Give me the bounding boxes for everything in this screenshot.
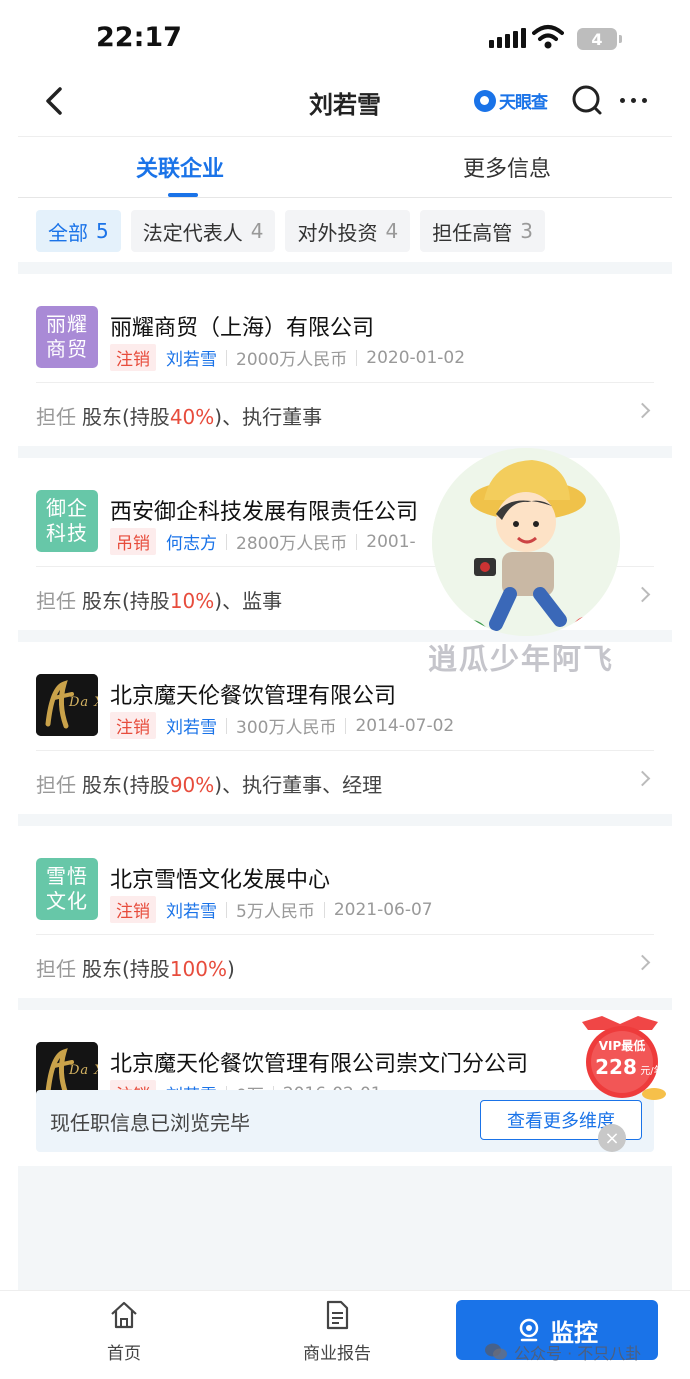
end-of-list-text: 现任职信息已浏览完毕 [50,1111,250,1135]
status-badge: 注销 [110,896,156,923]
tab-home-label: 首页 [107,1344,141,1364]
tab-report-label: 商业报告 [303,1344,371,1364]
role-row[interactable]: 担任 股东(持股90%)、执行董事、经理 [36,750,654,814]
battery-level: 4 [591,29,603,49]
svg-text:Da Xia: Da Xia [68,695,98,710]
company-list: 丽耀商贸 丽耀商贸（上海）有限公司 注销 刘若雪 2000万人民币 2020-0… [18,262,672,1118]
company-meta: 注销 刘若雪 5万人民币 2021-06-07 [110,896,433,923]
tab-bar: 关联企业 更多信息 [18,136,672,198]
role-text: 担任 股东(持股100%) [36,957,235,981]
chip-count: 4 [250,219,264,243]
status-badge: 吊销 [110,528,156,555]
bottom-tab-bar: 首页 商业报告 监控 [0,1290,690,1379]
chip-label: 全部 [48,220,88,245]
close-icon[interactable]: × [598,1124,626,1152]
chevron-right-icon [634,586,651,603]
tab-home[interactable]: 首页 [84,1299,164,1364]
status-badge: 注销 [110,712,156,739]
status-bar: 22:17 4 [0,0,690,78]
empty-area [18,1166,672,1290]
company-name[interactable]: 丽耀商贸（上海）有限公司 [110,310,374,342]
company-logo: 雪悟文化 [36,858,98,920]
battery-icon: 4 [577,28,622,50]
role-text: 担任 股东(持股90%)、执行董事、经理 [36,773,383,797]
chip-investment[interactable]: 对外投资 4 [285,210,411,252]
chip-label: 法定代表人 [142,220,243,245]
role-row[interactable]: 担任 股东(持股40%)、执行董事 [36,382,654,446]
legal-rep-link[interactable]: 刘若雪 [166,897,217,922]
svg-text:Da Xia: Da Xia [68,1063,98,1078]
chip-all[interactable]: 全部 5 [36,210,121,252]
tab-business-report[interactable]: 商业报告 [297,1299,377,1364]
nav-bar: 刘若雪 天眼查 [0,78,690,136]
clock: 22:17 [96,22,182,53]
home-icon [111,1301,137,1329]
chevron-right-icon [634,770,651,787]
company-logo: Da Xia [36,674,98,736]
daxia-logo-icon: Da Xia [36,674,98,736]
chip-executive[interactable]: 担任高管 3 [420,210,545,252]
registered-capital: 300万人民币 [236,718,337,738]
company-card[interactable]: 丽耀商贸 丽耀商贸（上海）有限公司 注销 刘若雪 2000万人民币 2020-0… [18,274,672,446]
signal-icon [489,28,526,48]
brand-name: 天眼查 [499,93,548,113]
role-text: 担任 股东(持股10%)、监事 [36,589,283,613]
search-icon[interactable] [570,83,604,117]
more-icon[interactable] [620,98,647,103]
role-text: 担任 股东(持股40%)、执行董事 [36,405,323,429]
established-date: 2020-01-02 [366,347,466,368]
tianyancha-icon [474,89,496,112]
established-date: 2021-06-07 [333,899,433,920]
legal-rep-link[interactable]: 刘若雪 [166,713,217,738]
company-meta: 吊销 何志方 2800万人民币 2001- [110,528,416,555]
svg-text:元/年: 元/年 [640,1064,663,1077]
chip-label: 担任高管 [432,220,513,245]
company-meta: 注销 刘若雪 2000万人民币 2020-01-02 [110,344,465,371]
registered-capital: 2000万人民币 [236,350,348,370]
watermark-text: 逍瓜少年阿飞 [428,642,615,676]
brand-logo: 天眼查 [474,88,548,113]
company-name[interactable]: 北京魔天伦餐饮管理有限公司崇文门分公司 [110,1046,528,1078]
tab-indicator [168,193,198,197]
established-date: 2014-07-02 [355,715,455,736]
vip-promo-badge[interactable]: VIP最低 228 元/年 [572,1012,668,1102]
company-logo: 御企科技 [36,490,98,552]
chip-count: 4 [385,219,399,243]
end-of-list-banner: 现任职信息已浏览完毕 查看更多维度 [36,1090,654,1152]
chip-legal-rep[interactable]: 法定代表人 4 [130,210,276,252]
company-card[interactable]: 雪悟文化 北京雪悟文化发展中心 注销 刘若雪 5万人民币 2021-06-07 … [18,826,672,998]
chip-count: 3 [520,219,533,243]
company-meta: 注销 刘若雪 300万人民币 2014-07-02 [110,712,454,739]
tab-more-info[interactable]: 更多信息 [463,151,551,183]
registered-capital: 5万人民币 [236,902,315,922]
role-row[interactable]: 担任 股东(持股100%) [36,934,654,998]
chevron-right-icon [634,954,651,971]
filter-chips: 全部 5 法定代表人 4 对外投资 4 担任高管 3 [36,210,545,252]
report-icon [326,1300,349,1330]
cartoon-avatar-overlay [432,448,620,636]
cartoon-boy-illustration [432,448,620,636]
company-name[interactable]: 北京雪悟文化发展中心 [110,862,330,894]
tab-related-companies[interactable]: 关联企业 [136,151,224,183]
wechat-account-name: 公众号 · 不只八卦 [514,1344,642,1363]
legal-rep-link[interactable]: 刘若雪 [166,345,217,370]
company-logo: 丽耀商贸 [36,306,98,368]
registered-capital: 2800万人民币 [236,534,348,554]
svg-text:VIP最低: VIP最低 [599,1038,646,1053]
svg-text:228: 228 [595,1055,637,1079]
chip-count: 5 [96,219,109,243]
wifi-icon [532,25,564,49]
legal-rep-link[interactable]: 何志方 [166,529,217,554]
status-badge: 注销 [110,344,156,371]
wechat-icon [485,1343,507,1360]
wechat-watermark: 公众号 · 不只八卦 [484,1340,641,1364]
chevron-right-icon [634,402,651,419]
company-name[interactable]: 北京魔天伦餐饮管理有限公司 [110,678,396,710]
chip-label: 对外投资 [297,220,378,245]
company-name[interactable]: 西安御企科技发展有限责任公司 [110,494,418,526]
established-date: 2001- [366,531,416,552]
